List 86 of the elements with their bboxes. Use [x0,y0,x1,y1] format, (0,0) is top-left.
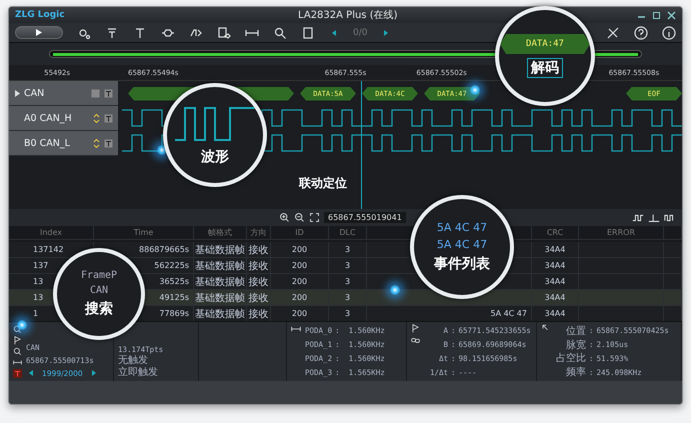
table-cell: 34A4 [532,274,579,290]
window-icon[interactable] [301,26,315,40]
table-cell: 5A 4C 47 [367,306,532,322]
table-cell: 接收 [247,290,271,306]
table-cell: 3 [329,258,367,274]
column-header[interactable]: 帧格式 [194,226,247,240]
table-cell: 接收 [247,306,271,322]
channel-label[interactable]: CAN [9,81,118,106]
page-counter: 0/0 [353,28,368,38]
table-cell: 200 [271,242,329,258]
table-cell: 基础数据帧 [194,290,247,306]
arrows-icon[interactable] [93,138,100,148]
callout-label: 事件列表 [434,255,490,273]
help-icon[interactable] [634,26,648,40]
callout-label: 波形 [201,148,229,166]
callout-label: 解码 [527,58,563,78]
table-cell: 3 [329,290,367,306]
link-icon[interactable] [411,336,420,345]
table-cell: 200 [271,258,329,274]
table-cell: 34A4 [532,242,579,258]
play-icon [36,29,42,36]
table-cell: 基础数据帧 [194,274,247,290]
column-header[interactable]: ERROR [579,226,664,240]
channel-label[interactable]: A0 CAN_H [9,106,118,131]
table-cell: 200 [271,306,329,322]
app-logo: ZLG Logic [15,10,65,20]
zoom-out-icon[interactable] [294,212,305,223]
text-icon[interactable] [133,26,147,40]
event-data-text: 5A 4C 47 [436,221,488,234]
text-icon[interactable] [104,88,113,98]
zoom-icon[interactable] [13,347,22,356]
table-cell[interactable]: 137142 [9,242,94,258]
column-header[interactable]: CRC [532,226,579,240]
channel-label[interactable]: B0 CAN_L [9,131,118,156]
fit-icon[interactable] [309,212,320,223]
table-cell: 3 [329,242,367,258]
tools-icon[interactable] [606,26,620,40]
time-field[interactable]: 65867.555019041 [324,212,406,223]
table-cell: 200 [271,274,329,290]
table-cell: 接收 [247,274,271,290]
arrows-icon[interactable] [93,114,100,122]
info-text: 立即触发 [118,367,159,379]
close-icon[interactable] [667,10,676,20]
annotation-label: 联动定位 [299,175,347,192]
rising-edge-icon[interactable] [648,212,660,224]
table-cell: 3 [329,306,367,322]
event-data-text: 5A 4C 47 [436,238,488,251]
table-cell: 200 [271,290,329,306]
table-cell: 基础数据帧 [194,258,247,274]
field-label: 频率 [565,366,586,380]
info-text: 无触发 [118,355,149,366]
expand-icon[interactable] [14,90,20,96]
window-title: LA2832A Plus (在线) [297,8,398,22]
search-icon[interactable] [273,26,287,40]
field-label: 位置 [565,324,586,338]
zoom-in-icon[interactable] [279,212,290,223]
decode-segment: DATA:47 [500,34,590,54]
field-label: 占空比 [555,352,586,366]
table-cell: 34A4 [532,290,579,306]
width-icon[interactable] [13,358,22,367]
maximize-icon[interactable] [652,10,661,20]
table-cell: 接收 [247,242,271,258]
column-header[interactable]: ID [271,226,329,240]
info-icon[interactable] [662,26,676,40]
table-cell: 3 [329,274,367,290]
column-header[interactable]: Time [94,226,194,240]
probe-icon[interactable] [105,26,119,40]
column-header[interactable]: 方向 [247,226,271,240]
field-label: 脉宽 [565,338,586,352]
table-cell: 基础数据帧 [194,306,247,322]
table-cell: 接收 [247,258,271,274]
search-icon[interactable] [13,325,22,334]
column-header[interactable]: Index [9,226,94,240]
column-header[interactable]: DLC [329,226,367,240]
table-cell: 基础数据帧 [194,242,247,258]
flag-icon[interactable] [13,336,22,345]
table-cell: 34A4 [532,258,579,274]
decode-icon[interactable] [217,26,231,40]
text-icon[interactable] [104,114,113,122]
flag-icon[interactable] [411,324,420,333]
table-cell [664,290,682,306]
pointer-icon[interactable] [541,324,550,333]
text-icon[interactable] [104,138,113,148]
play-button[interactable] [15,26,63,39]
width-icon[interactable] [291,324,301,334]
table-cell: 34A4 [532,306,579,322]
